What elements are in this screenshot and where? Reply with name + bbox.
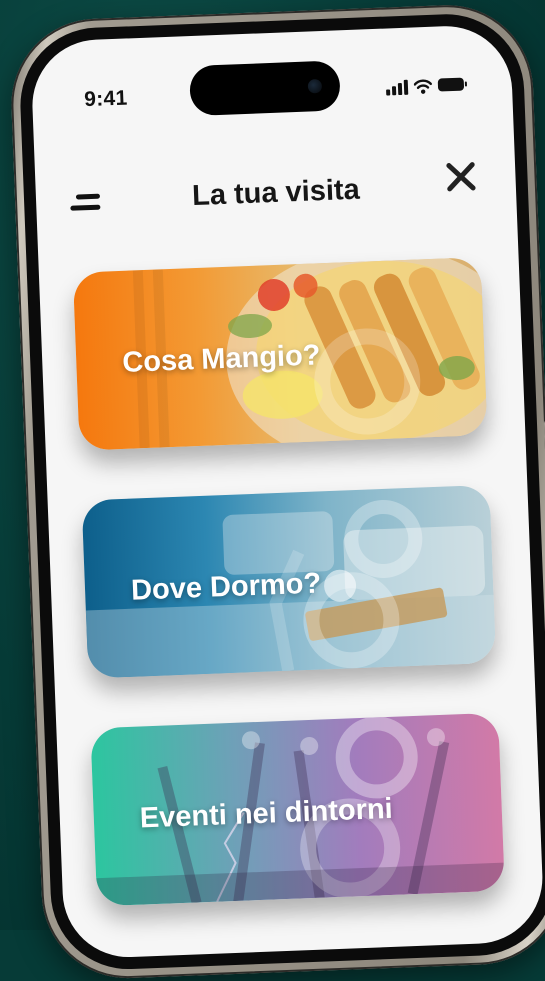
camera-icon [307,79,323,94]
app-screen: 9:41 La tua visita Cosa Mangio? Dove Dor… [29,23,545,960]
wifi-icon [413,79,433,94]
signal-icon [386,79,409,96]
card-eventi-nei-dintorni[interactable]: Eventi nei dintorni [90,712,505,907]
close-icon[interactable] [441,157,480,196]
dynamic-island [189,60,341,117]
card-dove-dormo[interactable]: Dove Dormo? [81,484,497,679]
status-icons [386,73,465,96]
header: La tua visita [35,154,517,222]
status-time: 9:41 [83,86,128,112]
card-cosa-mangio[interactable]: Cosa Mangio? [72,257,488,451]
battery-icon [437,77,465,92]
phone-frame: 9:41 La tua visita Cosa Mangio? Dove Dor… [8,1,545,981]
